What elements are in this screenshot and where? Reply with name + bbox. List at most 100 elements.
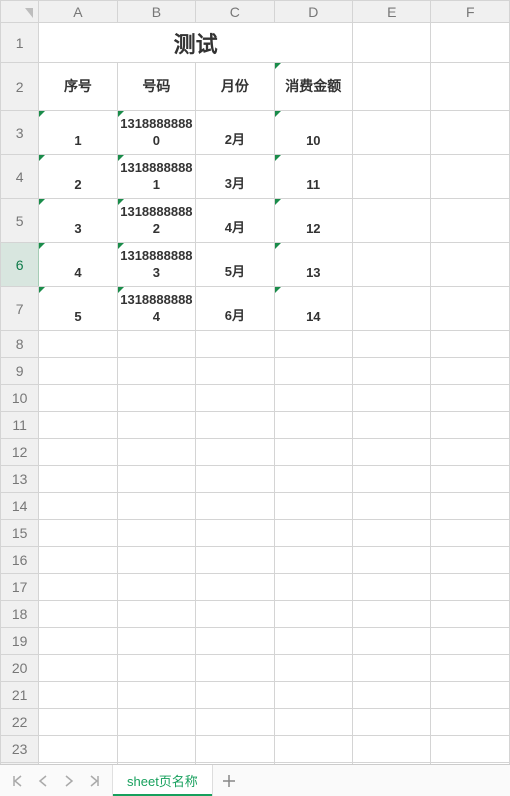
cell-D9[interactable] [274, 358, 352, 385]
cell-D12[interactable] [274, 439, 352, 466]
cell-E3[interactable] [353, 111, 431, 155]
cell-A21[interactable] [39, 682, 117, 709]
spreadsheet-grid[interactable]: A B C D E F 1 测试 2 序号 号码 月份 消费金额 3 1 131… [0, 0, 510, 764]
cell-F2[interactable] [431, 63, 510, 111]
cell-F4[interactable] [431, 155, 510, 199]
cell-E17[interactable] [353, 574, 431, 601]
row-header-1[interactable]: 1 [1, 23, 39, 63]
cell-E22[interactable] [353, 709, 431, 736]
cell-F9[interactable] [431, 358, 510, 385]
cell-B5[interactable]: 13188888882 [117, 199, 195, 243]
cell-A8[interactable] [39, 331, 117, 358]
cell-F3[interactable] [431, 111, 510, 155]
cell-F1[interactable] [431, 23, 510, 63]
cell-D11[interactable] [274, 412, 352, 439]
cell-F17[interactable] [431, 574, 510, 601]
cell-B19[interactable] [117, 628, 195, 655]
row-header-14[interactable]: 14 [1, 493, 39, 520]
cell-B17[interactable] [117, 574, 195, 601]
col-header-B[interactable]: B [117, 1, 195, 23]
cell-F6[interactable] [431, 243, 510, 287]
cell-E11[interactable] [353, 412, 431, 439]
cell-B4[interactable]: 13188888881 [117, 155, 195, 199]
cell-F11[interactable] [431, 412, 510, 439]
row-header-8[interactable]: 8 [1, 331, 39, 358]
cell-A13[interactable] [39, 466, 117, 493]
cell-A15[interactable] [39, 520, 117, 547]
cell-E8[interactable] [353, 331, 431, 358]
cell-E19[interactable] [353, 628, 431, 655]
cell-F20[interactable] [431, 655, 510, 682]
cell-D21[interactable] [274, 682, 352, 709]
cell-E1[interactable] [353, 23, 431, 63]
cell-E23[interactable] [353, 736, 431, 763]
col-header-C[interactable]: C [196, 1, 274, 23]
cell-E9[interactable] [353, 358, 431, 385]
row-header-6[interactable]: 6 [1, 243, 39, 287]
cell-A9[interactable] [39, 358, 117, 385]
cell-D23[interactable] [274, 736, 352, 763]
row-header-4[interactable]: 4 [1, 155, 39, 199]
cell-C9[interactable] [196, 358, 274, 385]
header-seq[interactable]: 序号 [39, 63, 117, 111]
cell-A4[interactable]: 2 [39, 155, 117, 199]
cell-A16[interactable] [39, 547, 117, 574]
cell-B15[interactable] [117, 520, 195, 547]
cell-F21[interactable] [431, 682, 510, 709]
cell-D14[interactable] [274, 493, 352, 520]
cell-B23[interactable] [117, 736, 195, 763]
cell-E7[interactable] [353, 287, 431, 331]
row-header-16[interactable]: 16 [1, 547, 39, 574]
cell-B3[interactable]: 13188888880 [117, 111, 195, 155]
cell-B18[interactable] [117, 601, 195, 628]
cell-C18[interactable] [196, 601, 274, 628]
cell-F7[interactable] [431, 287, 510, 331]
row-header-10[interactable]: 10 [1, 385, 39, 412]
add-sheet-button[interactable] [213, 765, 245, 796]
cell-A10[interactable] [39, 385, 117, 412]
cell-D22[interactable] [274, 709, 352, 736]
cell-F12[interactable] [431, 439, 510, 466]
cell-B13[interactable] [117, 466, 195, 493]
cell-D15[interactable] [274, 520, 352, 547]
cell-B12[interactable] [117, 439, 195, 466]
cell-B7[interactable]: 13188888884 [117, 287, 195, 331]
cell-C15[interactable] [196, 520, 274, 547]
row-header-12[interactable]: 12 [1, 439, 39, 466]
cell-A20[interactable] [39, 655, 117, 682]
cell-B16[interactable] [117, 547, 195, 574]
col-header-A[interactable]: A [39, 1, 117, 23]
cell-C23[interactable] [196, 736, 274, 763]
cell-D13[interactable] [274, 466, 352, 493]
row-header-22[interactable]: 22 [1, 709, 39, 736]
row-header-9[interactable]: 9 [1, 358, 39, 385]
cell-B20[interactable] [117, 655, 195, 682]
cell-C17[interactable] [196, 574, 274, 601]
sheet-nav-next-icon[interactable] [58, 770, 80, 792]
cell-E10[interactable] [353, 385, 431, 412]
row-header-23[interactable]: 23 [1, 736, 39, 763]
cell-E6[interactable] [353, 243, 431, 287]
cell-B11[interactable] [117, 412, 195, 439]
row-header-19[interactable]: 19 [1, 628, 39, 655]
cell-D19[interactable] [274, 628, 352, 655]
cell-A12[interactable] [39, 439, 117, 466]
cell-E5[interactable] [353, 199, 431, 243]
sheet-nav-last-icon[interactable] [84, 770, 106, 792]
cell-F8[interactable] [431, 331, 510, 358]
row-header-7[interactable]: 7 [1, 287, 39, 331]
header-number[interactable]: 号码 [117, 63, 195, 111]
cell-C21[interactable] [196, 682, 274, 709]
cell-D18[interactable] [274, 601, 352, 628]
cell-E15[interactable] [353, 520, 431, 547]
cell-D20[interactable] [274, 655, 352, 682]
row-header-18[interactable]: 18 [1, 601, 39, 628]
row-header-20[interactable]: 20 [1, 655, 39, 682]
cell-F13[interactable] [431, 466, 510, 493]
cell-B14[interactable] [117, 493, 195, 520]
cell-A19[interactable] [39, 628, 117, 655]
cell-F5[interactable] [431, 199, 510, 243]
cell-B8[interactable] [117, 331, 195, 358]
cell-F14[interactable] [431, 493, 510, 520]
cell-C19[interactable] [196, 628, 274, 655]
